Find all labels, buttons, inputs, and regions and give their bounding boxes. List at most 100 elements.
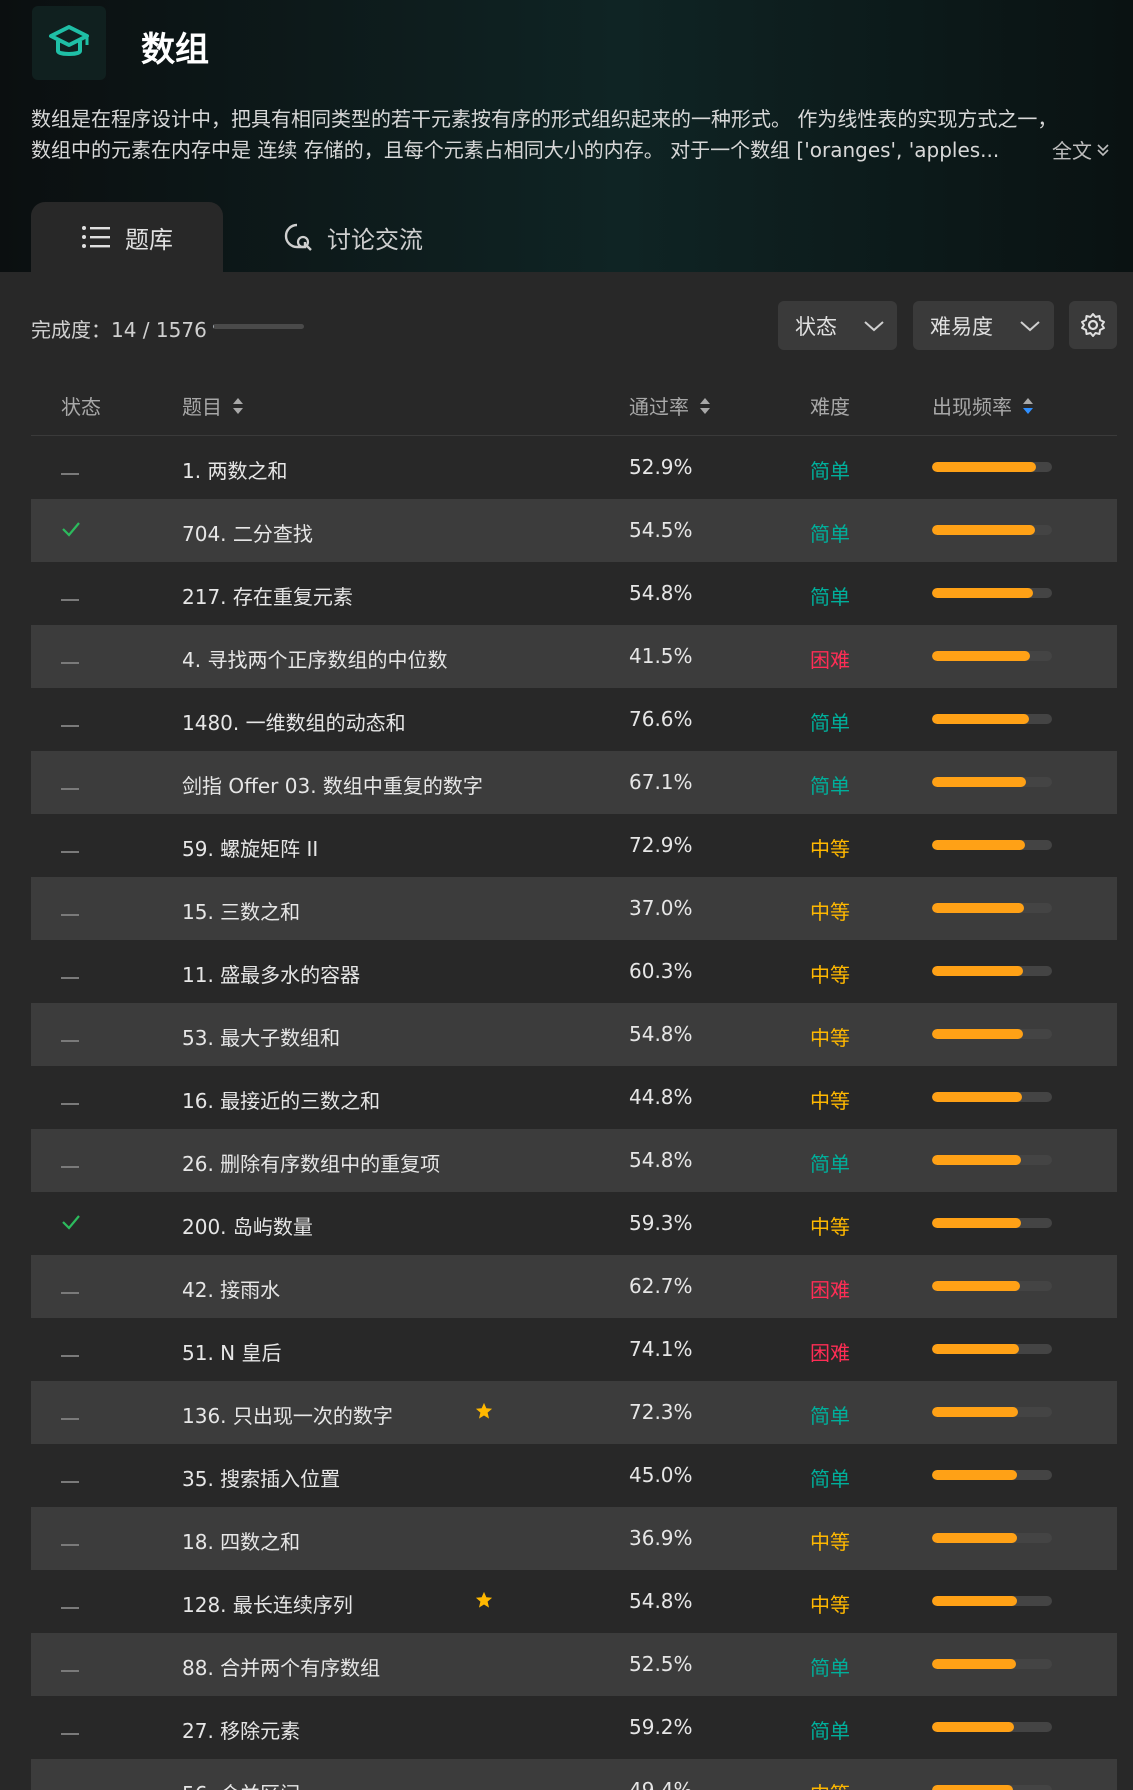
table-row[interactable]: 35. 搜索插入位置 45.0% 简单	[31, 1444, 1117, 1507]
problem-title-link[interactable]: 4. 寻找两个正序数组的中位数	[182, 644, 447, 673]
problem-title-link[interactable]: 1480. 一维数组的动态和	[182, 707, 406, 736]
dash-icon	[61, 1590, 79, 1614]
difficulty-filter-dropdown[interactable]: 难易度	[913, 301, 1054, 350]
difficulty-label: 中等	[810, 1089, 850, 1113]
difficulty-label: 简单	[810, 774, 850, 798]
check-icon	[61, 519, 81, 544]
table-row[interactable]: 1480. 一维数组的动态和 76.6% 简单	[31, 688, 1117, 751]
header-title-sort[interactable]: 题目	[182, 391, 244, 420]
table-row[interactable]: 27. 移除元素 59.2% 简单	[31, 1696, 1117, 1759]
frequency-bar	[932, 1344, 1052, 1354]
acceptance-rate: 74.1%	[629, 1337, 693, 1361]
table-row[interactable]: 15. 三数之和 37.0% 中等	[31, 877, 1117, 940]
table-row[interactable]: 59. 螺旋矩阵 II 72.9% 中等	[31, 814, 1117, 877]
table-row[interactable]: 88. 合并两个有序数组 52.5% 简单	[31, 1633, 1117, 1696]
difficulty-label: 简单	[810, 1719, 850, 1743]
table-row[interactable]: 53. 最大子数组和 54.8% 中等	[31, 1003, 1117, 1066]
completion-progress-fill	[213, 324, 214, 329]
star-icon	[475, 1590, 493, 1614]
table-row[interactable]: 136. 只出现一次的数字 72.3% 简单	[31, 1381, 1117, 1444]
difficulty-label: 中等	[810, 1593, 850, 1617]
table-row[interactable]: 217. 存在重复元素 54.8% 简单	[31, 562, 1117, 625]
chevron-down-icon	[864, 320, 884, 331]
acceptance-rate: 72.9%	[629, 833, 693, 857]
problem-title-link[interactable]: 59. 螺旋矩阵 II	[182, 833, 318, 862]
problem-title-link[interactable]: 200. 岛屿数量	[182, 1211, 313, 1240]
frequency-bar-fill	[932, 714, 1030, 724]
problem-title-link[interactable]: 26. 删除有序数组中的重复项	[182, 1148, 440, 1177]
dash-icon	[61, 1653, 79, 1677]
table-row[interactable]: 128. 最长连续序列 54.8% 中等	[31, 1570, 1117, 1633]
frequency-bar-fill	[932, 588, 1034, 598]
header-status-label: 状态	[61, 395, 101, 419]
frequency-bar-fill	[932, 1029, 1023, 1039]
settings-button[interactable]	[1069, 301, 1117, 349]
problem-title-link[interactable]: 18. 四数之和	[182, 1526, 300, 1555]
acceptance-rate: 59.2%	[629, 1715, 693, 1739]
table-row[interactable]: 26. 删除有序数组中的重复项 54.8% 简单	[31, 1129, 1117, 1192]
problem-title-link[interactable]: 15. 三数之和	[182, 896, 300, 925]
dash-icon	[61, 582, 79, 606]
table-row[interactable]: 200. 岛屿数量 59.3% 中等	[31, 1192, 1117, 1255]
sort-icon	[233, 397, 243, 414]
problem-title-link[interactable]: 51. N 皇后	[182, 1337, 281, 1366]
problem-title-link[interactable]: 35. 搜索插入位置	[182, 1463, 340, 1492]
problem-title-link[interactable]: 1. 两数之和	[182, 455, 287, 484]
topic-description: 数组是在程序设计中，把具有相同类型的若干元素按有序的形式组织起来的一种形式。 作…	[31, 104, 1111, 166]
acceptance-rate: 45.0%	[629, 1463, 693, 1487]
chevron-down-icon	[1020, 320, 1040, 331]
page-header: 数组 数组是在程序设计中，把具有相同类型的若干元素按有序的形式组织起来的一种形式…	[0, 0, 1133, 272]
table-row[interactable]: 51. N 皇后 74.1% 困难	[31, 1318, 1117, 1381]
header-frequency-sort[interactable]: 出现频率	[932, 391, 1034, 420]
problem-title-link[interactable]: 56. 合并区间	[182, 1778, 300, 1790]
frequency-bar	[932, 1407, 1052, 1417]
problem-title-link[interactable]: 704. 二分查找	[182, 518, 313, 547]
status-filter-dropdown[interactable]: 状态	[778, 301, 897, 350]
frequency-bar-fill	[932, 1218, 1021, 1228]
discussion-icon	[284, 223, 312, 251]
problem-title-link[interactable]: 128. 最长连续序列	[182, 1589, 353, 1618]
frequency-bar	[932, 1218, 1052, 1228]
table-row[interactable]: 704. 二分查找 54.5% 简单	[31, 499, 1117, 562]
dash-icon	[61, 1086, 79, 1110]
table-row[interactable]: 16. 最接近的三数之和 44.8% 中等	[31, 1066, 1117, 1129]
tab-discussion[interactable]: 讨论交流	[223, 202, 443, 272]
frequency-bar-fill	[932, 1092, 1022, 1102]
check-icon	[61, 1212, 81, 1237]
problem-title-link[interactable]: 217. 存在重复元素	[182, 581, 353, 610]
problem-title-link[interactable]: 剑指 Offer 03. 数组中重复的数字	[182, 770, 483, 799]
difficulty-label: 中等	[810, 1530, 850, 1554]
table-row[interactable]: 42. 接雨水 62.7% 困难	[31, 1255, 1117, 1318]
problem-title-link[interactable]: 88. 合并两个有序数组	[182, 1652, 380, 1681]
tab-problem-bank-label: 题库	[125, 225, 173, 254]
tab-problem-bank[interactable]: 题库	[31, 202, 223, 272]
table-row[interactable]: 56. 合并区间 49.4% 中等	[31, 1759, 1117, 1790]
fulltext-label: 全文	[1052, 139, 1092, 163]
problem-title-link[interactable]: 11. 盛最多水的容器	[182, 959, 360, 988]
problem-title-link[interactable]: 42. 接雨水	[182, 1274, 280, 1303]
completion-label: 完成度：14 / 1576	[31, 318, 207, 342]
frequency-bar-fill	[932, 1596, 1017, 1606]
expand-fulltext-button[interactable]: 全文	[1052, 135, 1110, 164]
table-body: 1. 两数之和 52.9% 简单 704. 二分查找 54.5% 简单 217. 存在重复元…	[31, 436, 1117, 1790]
problem-title-link[interactable]: 136. 只出现一次的数字	[182, 1400, 393, 1429]
header-rate-sort[interactable]: 通过率	[629, 391, 711, 420]
gear-icon	[1081, 313, 1105, 337]
acceptance-rate: 41.5%	[629, 644, 693, 668]
acceptance-rate: 44.8%	[629, 1085, 693, 1109]
dash-icon	[61, 897, 79, 921]
frequency-bar	[932, 651, 1052, 661]
table-row[interactable]: 1. 两数之和 52.9% 简单	[31, 436, 1117, 499]
acceptance-rate: 36.9%	[629, 1526, 693, 1550]
problem-title-link[interactable]: 53. 最大子数组和	[182, 1022, 340, 1051]
table-row[interactable]: 4. 寻找两个正序数组的中位数 41.5% 困难	[31, 625, 1117, 688]
table-row[interactable]: 11. 盛最多水的容器 60.3% 中等	[31, 940, 1117, 1003]
acceptance-rate: 54.8%	[629, 1589, 693, 1613]
problem-title-link[interactable]: 27. 移除元素	[182, 1715, 300, 1744]
header-title-label: 题目	[182, 395, 222, 419]
table-row[interactable]: 18. 四数之和 36.9% 中等	[31, 1507, 1117, 1570]
status-filter-label: 状态	[795, 314, 837, 339]
problem-title-link[interactable]: 16. 最接近的三数之和	[182, 1085, 380, 1114]
table-row[interactable]: 剑指 Offer 03. 数组中重复的数字 67.1% 简单	[31, 751, 1117, 814]
difficulty-label: 困难	[810, 1341, 850, 1365]
